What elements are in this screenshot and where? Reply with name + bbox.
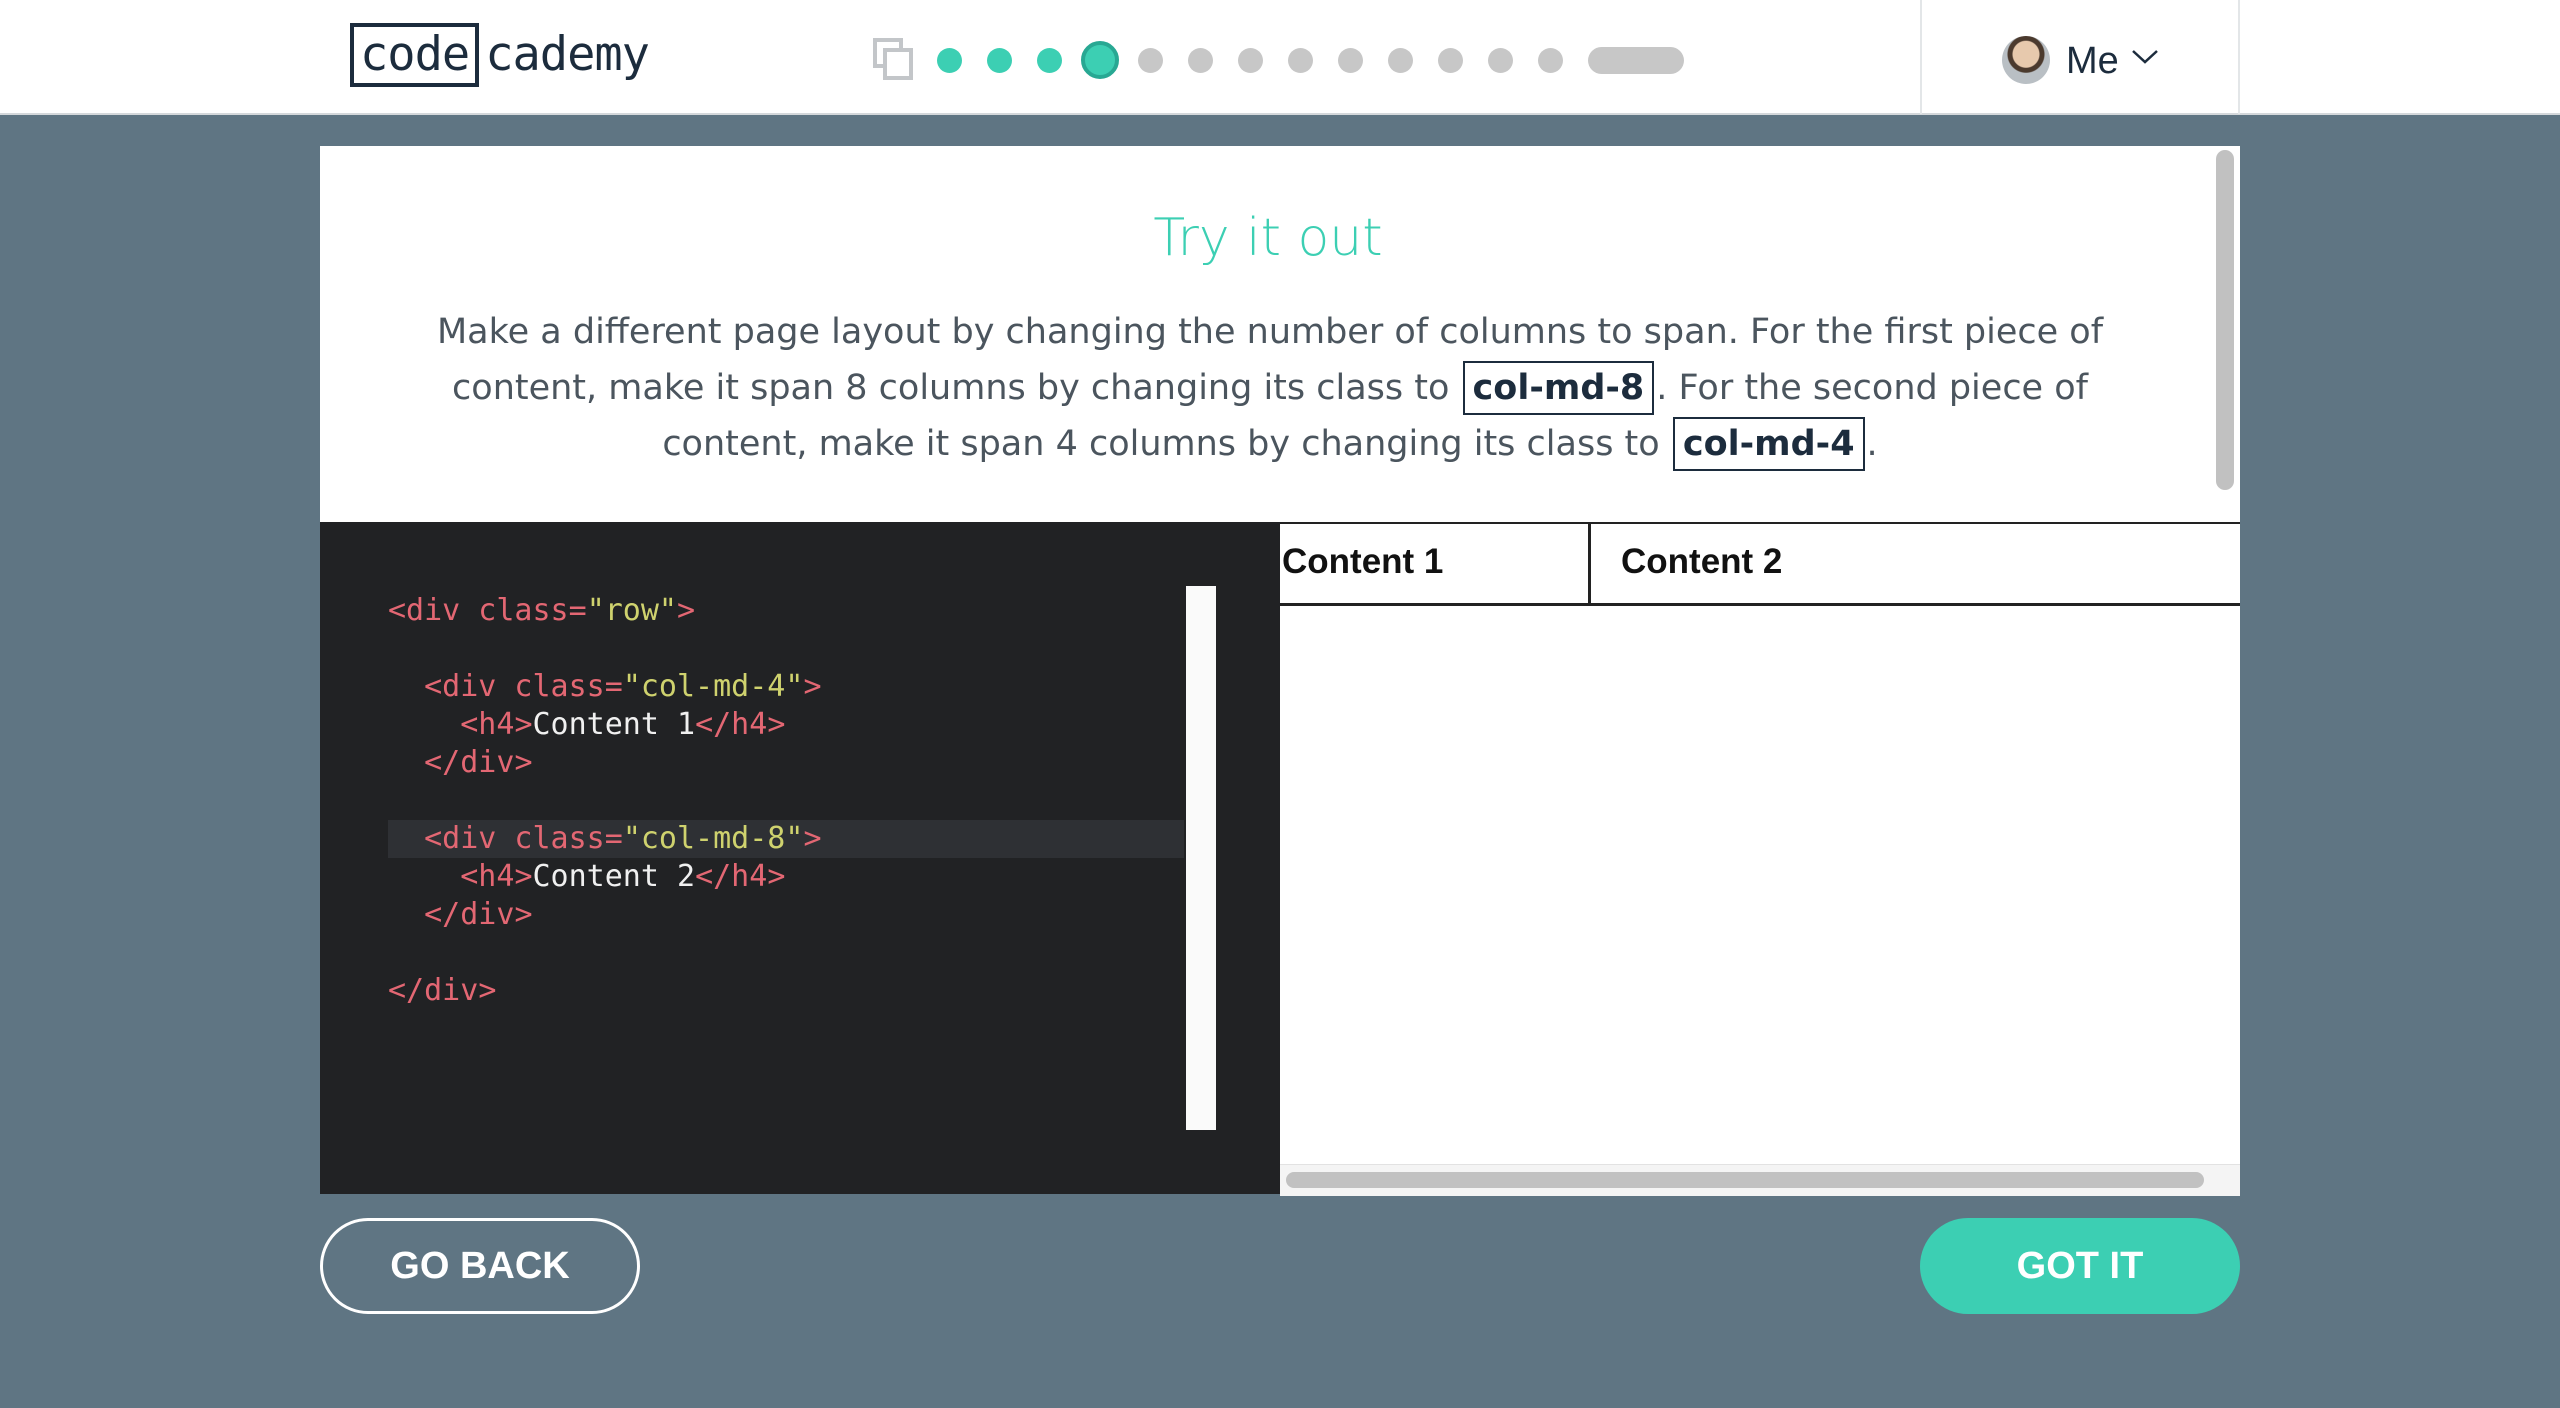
code-line[interactable]: <div class="col-md-4"> — [388, 668, 1184, 706]
lesson-title: Try it out — [1153, 208, 1383, 268]
progress-step-6[interactable] — [1188, 47, 1213, 73]
progress-step-10[interactable] — [1388, 47, 1413, 73]
editor-scrollbar[interactable] — [1186, 586, 1216, 1130]
logo-boxed-text: code — [350, 23, 480, 87]
code-line[interactable] — [388, 782, 1184, 820]
preview-horizontal-scrollbar[interactable] — [1286, 1172, 2204, 1188]
preview-heading-1: Content 1 — [1282, 542, 1444, 581]
progress-step-13[interactable] — [1538, 47, 1563, 73]
code-line[interactable] — [388, 630, 1184, 668]
code-lines[interactable]: <div class="row"> <div class="col-md-4">… — [388, 592, 1184, 1010]
progress-step-current[interactable] — [1081, 41, 1119, 79]
preview-pane: Content 1 Content 2 — [1280, 522, 2240, 1196]
logo-rest-text: cademy — [485, 27, 650, 82]
go-back-button[interactable]: GO BACK — [320, 1218, 640, 1314]
code-line[interactable]: </div> — [388, 896, 1184, 934]
preview-row: Content 1 Content 2 — [1280, 524, 2240, 606]
preview-heading-2: Content 2 — [1621, 542, 1783, 581]
codecademy-logo[interactable]: code cademy — [350, 22, 650, 88]
progress-step-2[interactable] — [987, 47, 1012, 73]
user-menu[interactable]: Me — [1920, 0, 2240, 114]
chevron-down-icon — [2132, 50, 2158, 64]
avatar — [2002, 36, 2050, 84]
progress-step-8[interactable] — [1288, 47, 1313, 73]
card-scrollbar[interactable] — [2216, 150, 2234, 490]
progress-step-7[interactable] — [1238, 47, 1263, 73]
code-line[interactable]: <div class="col-md-8"> — [388, 820, 1184, 858]
copy-icon[interactable] — [873, 38, 913, 82]
got-it-button[interactable]: GOT IT — [1920, 1218, 2240, 1314]
code-badge-col-md-8: col-md-8 — [1462, 361, 1655, 415]
lesson-instructions: Make a different page layout by changing… — [390, 304, 2150, 472]
progress-step-11[interactable] — [1438, 47, 1463, 73]
lesson-progress — [873, 36, 1684, 84]
instructions-text-3: . — [1866, 424, 1878, 464]
progress-step-1[interactable] — [937, 47, 962, 73]
preview-column-1: Content 1 — [1280, 524, 1591, 604]
top-header: code cademy Me — [0, 0, 2560, 115]
lesson-card: Try it out Make a different page layout … — [320, 146, 2240, 1196]
progress-step-5[interactable] — [1138, 47, 1163, 73]
code-line[interactable]: <h4>Content 1</h4> — [388, 706, 1184, 744]
progress-step-9[interactable] — [1338, 47, 1363, 73]
code-line[interactable]: </div> — [388, 972, 1184, 1010]
progress-step-final[interactable] — [1588, 46, 1684, 74]
code-line[interactable] — [388, 934, 1184, 972]
progress-step-12[interactable] — [1488, 47, 1513, 73]
user-menu-label: Me — [2066, 40, 2119, 82]
code-line[interactable]: <h4>Content 2</h4> — [388, 858, 1184, 896]
preview-column-2: Content 2 — [1591, 524, 2240, 604]
code-line[interactable]: <div class="row"> — [388, 592, 1184, 630]
code-editor[interactable]: <div class="row"> <div class="col-md-4">… — [320, 522, 1280, 1194]
code-line[interactable]: </div> — [388, 744, 1184, 782]
code-badge-col-md-4: col-md-4 — [1672, 417, 1865, 471]
progress-step-3[interactable] — [1037, 47, 1062, 73]
